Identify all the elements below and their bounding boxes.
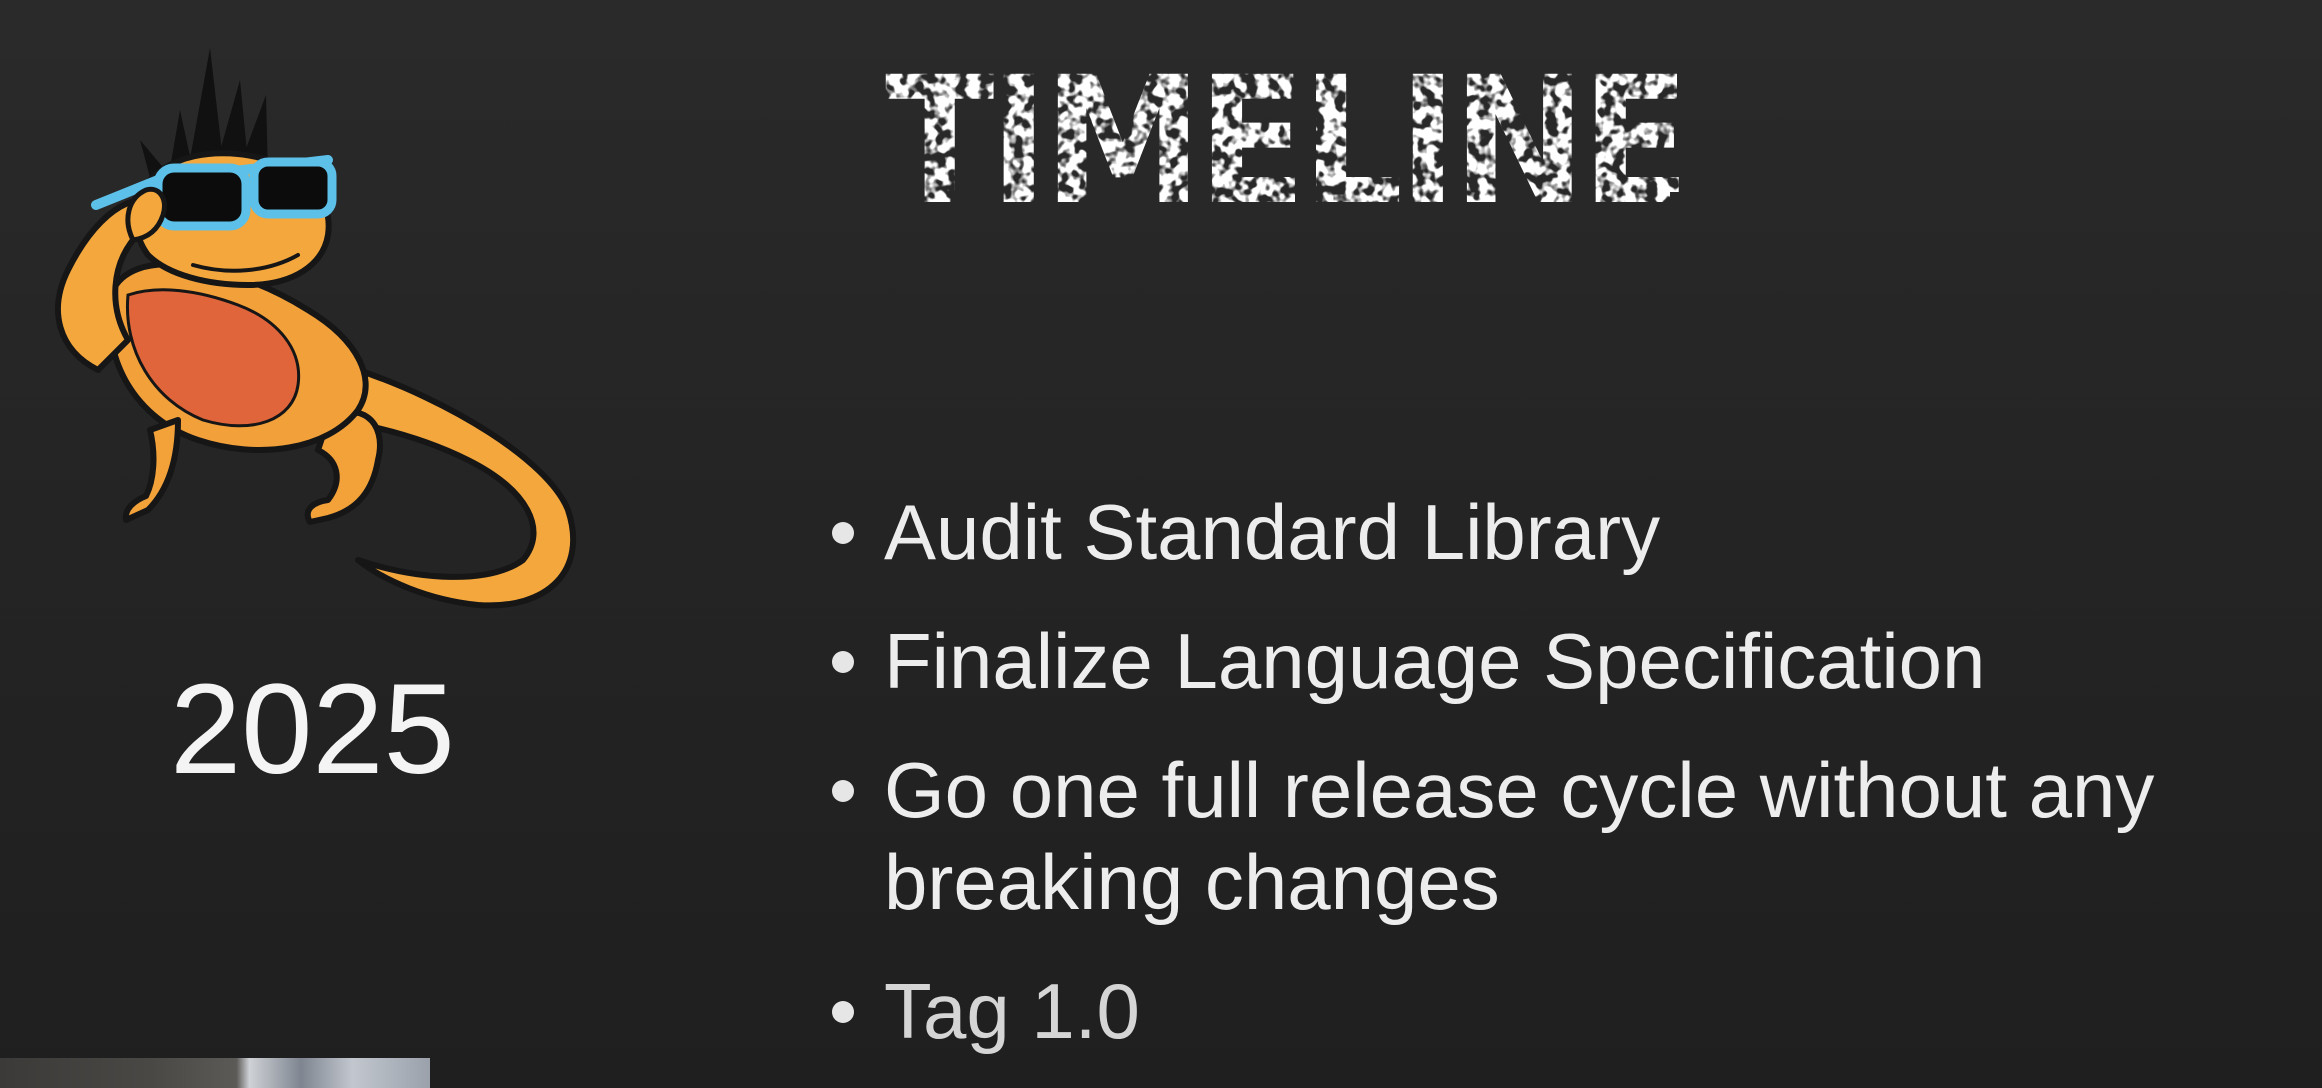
bullet-dot-icon (832, 651, 854, 673)
bullet-item: Audit Standard Library (826, 486, 2266, 578)
webcam-overlay (0, 1058, 430, 1088)
bullet-dot-icon (832, 1001, 854, 1023)
bullet-dot-icon (832, 780, 854, 802)
presentation-slide: 2025 TIMELINE Audit Standard Library Fin… (0, 0, 2322, 1088)
mascot-tail (335, 367, 576, 609)
bullet-dot-icon (832, 522, 854, 544)
slide-title: TIMELINE (885, 52, 1690, 234)
lizard-with-sunglasses-icon (55, 48, 576, 609)
bullet-text: Finalize Language Specification (884, 617, 1986, 705)
bullet-text: Tag 1.0 (884, 967, 1140, 1055)
bullet-item: Finalize Language Specification (826, 615, 2266, 707)
year-label: 2025 (170, 658, 455, 801)
bullet-item: Go one full release cycle without any br… (826, 744, 2266, 928)
bullet-text: Audit Standard Library (884, 488, 1661, 576)
mascot-front-leg (122, 417, 181, 523)
title-text: TIMELINE (885, 52, 1685, 234)
bullet-item: Tag 1.0 (826, 965, 2266, 1057)
bullet-list: Audit Standard Library Finalize Language… (826, 486, 2266, 1088)
bullet-text: Go one full release cycle without any br… (884, 746, 2155, 926)
